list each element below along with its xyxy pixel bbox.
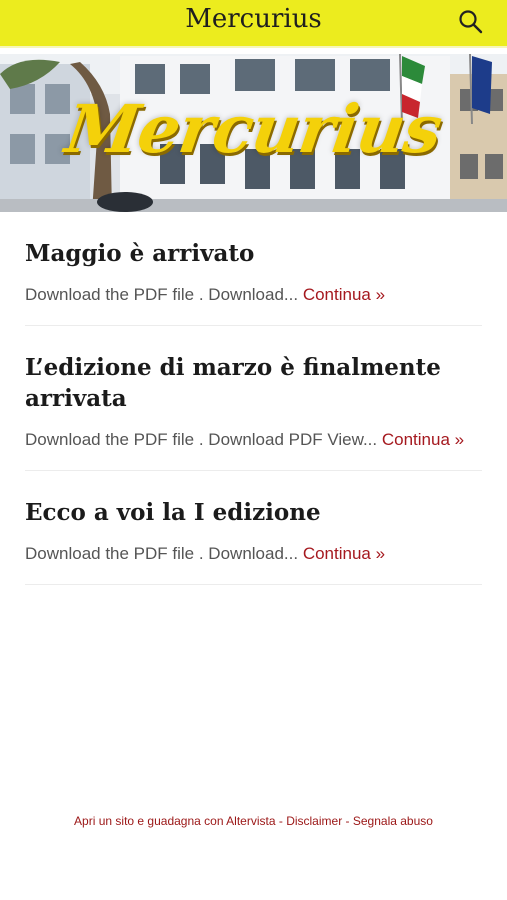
banner-logo-text: Mercurius [61,90,446,168]
post-excerpt-text: Download the PDF file . Download... [25,285,299,304]
post-item: L’edizione di marzo è finalmente arrivat… [25,326,482,471]
search-icon[interactable] [457,8,485,36]
disclaimer-link[interactable]: Disclaimer [286,814,342,828]
post-excerpt: Download the PDF file . Download... Cont… [25,279,482,311]
site-footer: Apri un sito e guadagna con Altervista -… [0,814,507,828]
post-title[interactable]: Maggio è arrivato [25,238,482,269]
top-bar: Mercurius [0,0,507,48]
altervista-link[interactable]: Apri un sito e guadagna con Altervista [74,814,275,828]
post-title[interactable]: L’edizione di marzo è finalmente arrivat… [25,352,482,414]
continue-link[interactable]: Continua » [382,430,464,449]
post-item: Ecco a voi la I edizione Download the PD… [25,471,482,585]
post-excerpt-text: Download the PDF file . Download PDF Vie… [25,430,378,449]
post-item: Maggio è arrivato Download the PDF file … [25,212,482,326]
report-abuse-link[interactable]: Segnala abuso [353,814,433,828]
post-excerpt-text: Download the PDF file . Download... [25,544,299,563]
continue-link[interactable]: Continua » [303,285,385,304]
footer-separator: - [342,814,353,828]
post-excerpt: Download the PDF file . Download PDF Vie… [25,424,482,456]
post-list: Maggio è arrivato Download the PDF file … [25,212,482,585]
footer-separator: - [275,814,287,828]
post-excerpt: Download the PDF file . Download... Cont… [25,538,482,570]
post-title[interactable]: Ecco a voi la I edizione [25,497,482,528]
continue-link[interactable]: Continua » [303,544,385,563]
header-banner[interactable]: Mercurius [0,54,507,212]
site-title[interactable]: Mercurius [0,4,507,34]
